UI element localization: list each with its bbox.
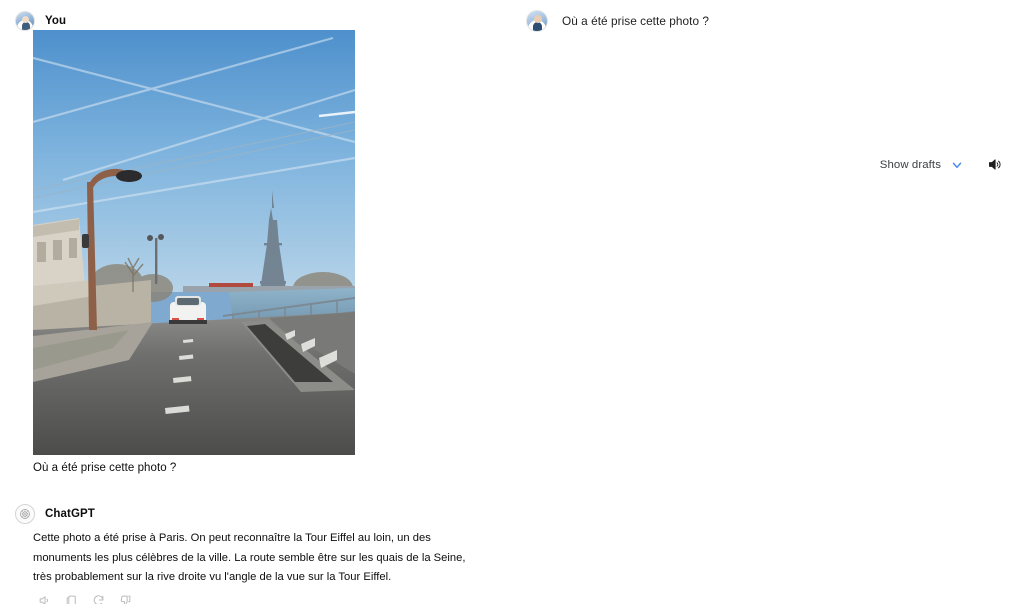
chatgpt-user-role-label: You: [45, 15, 67, 27]
chatgpt-assistant-role-label: ChatGPT: [45, 508, 95, 520]
thumbs-down-icon[interactable]: [119, 594, 132, 604]
gemini-user-prompt-text: Où a été prise cette photo ?: [562, 14, 709, 28]
avatar: [15, 11, 35, 31]
chatgpt-message-actions: [0, 594, 512, 604]
copy-icon[interactable]: [65, 594, 78, 604]
avatar: [526, 10, 548, 32]
speaker-icon[interactable]: [987, 157, 1002, 172]
chatgpt-assistant-header: ChatGPT: [0, 504, 512, 524]
gemini-drafts-toolbar: Show drafts: [880, 157, 1002, 172]
regenerate-icon[interactable]: [92, 594, 105, 604]
chatgpt-user-prompt-text: Où a été prise cette photo ?: [33, 462, 177, 474]
street-photo-illustration: [33, 30, 355, 455]
chevron-down-icon[interactable]: [950, 158, 964, 172]
gemini-pane: Où a été prise cette photo ? Show drafts: [512, 0, 1024, 604]
chatgpt-assistant-message: ChatGPT Cette photo a été prise à Paris.…: [0, 504, 512, 604]
uploaded-photo-large[interactable]: [33, 30, 355, 455]
read-aloud-icon[interactable]: [38, 594, 51, 604]
split-screen-comparison: You Où a été prise cette photo ? ChatGPT…: [0, 0, 1024, 604]
chatgpt-user-message: You: [0, 11, 512, 31]
show-drafts-button[interactable]: Show drafts: [880, 159, 941, 171]
openai-logo-icon: [15, 504, 35, 524]
openai-glyph: [20, 509, 30, 519]
gemini-user-message: Où a été prise cette photo ?: [526, 10, 709, 32]
car: [169, 296, 207, 324]
chatgpt-pane: You Où a été prise cette photo ? ChatGPT…: [0, 0, 512, 604]
chatgpt-user-header: You: [0, 11, 512, 31]
chatgpt-response-text: Cette photo a été prise à Paris. On peut…: [33, 532, 466, 583]
